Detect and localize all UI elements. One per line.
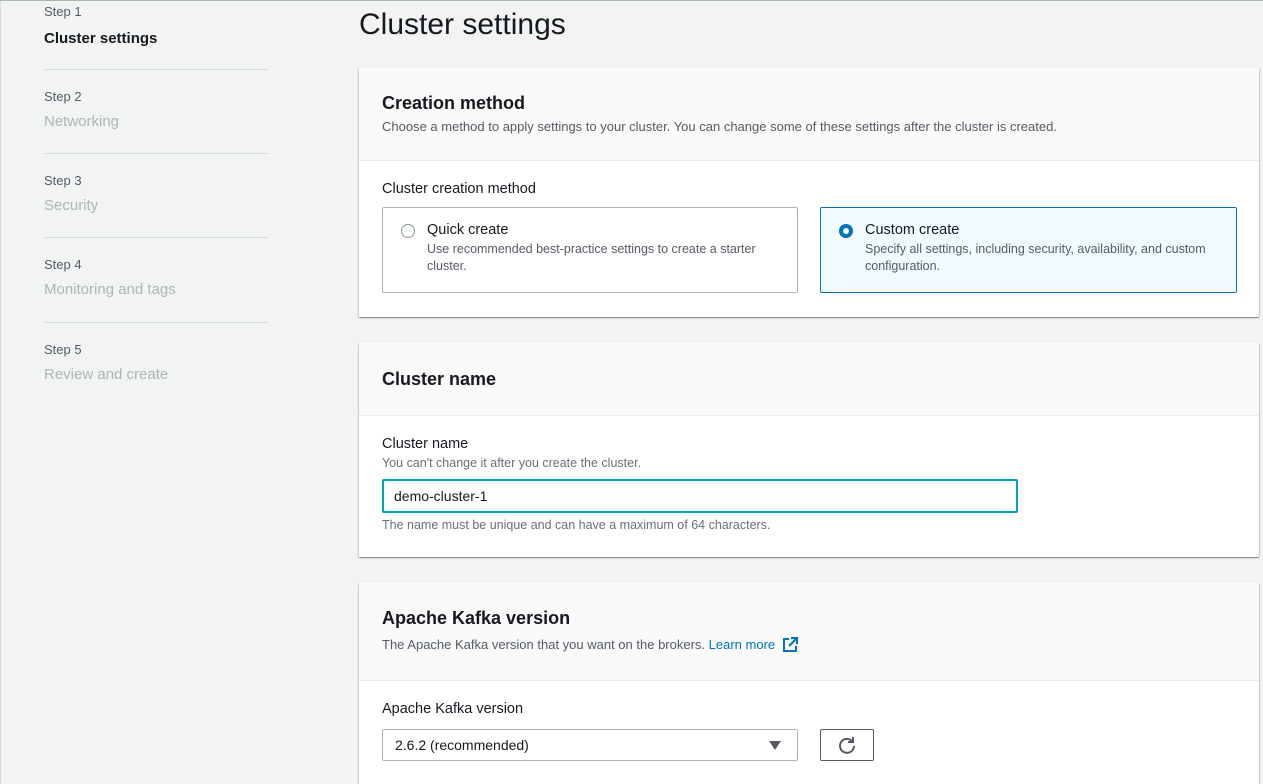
step-5[interactable]: Step 5 Review and create bbox=[44, 323, 269, 407]
step-number: Step 1 bbox=[44, 4, 82, 19]
option-description: Use recommended best-practice settings t… bbox=[427, 242, 756, 273]
cluster-name-input[interactable] bbox=[382, 479, 1018, 513]
custom-create-option[interactable]: Custom create Specify all settings, incl… bbox=[820, 207, 1237, 293]
caret-down-icon bbox=[769, 741, 781, 750]
custom-create-radio[interactable] bbox=[839, 224, 853, 238]
cluster-name-panel: Cluster name Cluster name You can't chan… bbox=[359, 343, 1259, 557]
option-title: Quick create bbox=[427, 222, 509, 238]
refresh-button[interactable] bbox=[820, 729, 874, 761]
step-title: Review and create bbox=[44, 366, 169, 383]
panel-body: Cluster creation method Quick create Use… bbox=[359, 161, 1259, 316]
wizard-steps-nav: Step 1 Cluster settings Step 2 Networkin… bbox=[44, 1, 269, 407]
cluster-name-constraint: The name must be unique and can have a m… bbox=[382, 518, 771, 532]
step-title: Monitoring and tags bbox=[44, 281, 176, 298]
panel-body: Apache Kafka version 2.6.2 (recommended) bbox=[359, 583, 1259, 784]
quick-create-option[interactable]: Quick create Use recommended best-practi… bbox=[382, 207, 798, 293]
option-title: Custom create bbox=[865, 222, 960, 238]
creation-method-label: Cluster creation method bbox=[382, 181, 536, 197]
creation-method-panel: Creation method Choose a method to apply… bbox=[359, 68, 1259, 317]
step-4[interactable]: Step 4 Monitoring and tags bbox=[44, 238, 269, 323]
kafka-version-select[interactable]: 2.6.2 (recommended) bbox=[382, 729, 798, 761]
step-2[interactable]: Step 2 Networking bbox=[44, 70, 269, 154]
panel-header: Creation method Choose a method to apply… bbox=[359, 68, 1259, 161]
step-number: Step 3 bbox=[44, 173, 82, 188]
step-1[interactable]: Step 1 Cluster settings bbox=[44, 1, 269, 70]
panel-title: Creation method bbox=[382, 93, 526, 113]
step-number: Step 5 bbox=[44, 342, 82, 357]
panel-body: Cluster name You can't change it after y… bbox=[359, 343, 1259, 557]
step-title: Networking bbox=[44, 113, 120, 130]
page-title: Cluster settings bbox=[359, 8, 566, 41]
kafka-version-panel: Apache Kafka version The Apache Kafka ve… bbox=[359, 583, 1259, 784]
quick-create-radio[interactable] bbox=[401, 224, 415, 238]
cluster-name-label: Cluster name bbox=[382, 436, 469, 452]
kafka-version-label: Apache Kafka version bbox=[382, 701, 524, 717]
refresh-icon bbox=[837, 735, 857, 755]
option-description: Specify all settings, including security… bbox=[865, 242, 1206, 273]
step-number: Step 2 bbox=[44, 89, 82, 104]
step-number: Step 4 bbox=[44, 257, 82, 272]
selected-version: 2.6.2 (recommended) bbox=[395, 737, 529, 753]
step-3[interactable]: Step 3 Security bbox=[44, 154, 269, 238]
cluster-name-description: You can't change it after you create the… bbox=[382, 456, 642, 470]
step-title: Cluster settings bbox=[44, 30, 158, 47]
wizard-page: Step 1 Cluster settings Step 2 Networkin… bbox=[0, 0, 1263, 784]
step-title: Security bbox=[44, 197, 99, 214]
panel-description: Choose a method to apply settings to you… bbox=[382, 119, 1057, 134]
